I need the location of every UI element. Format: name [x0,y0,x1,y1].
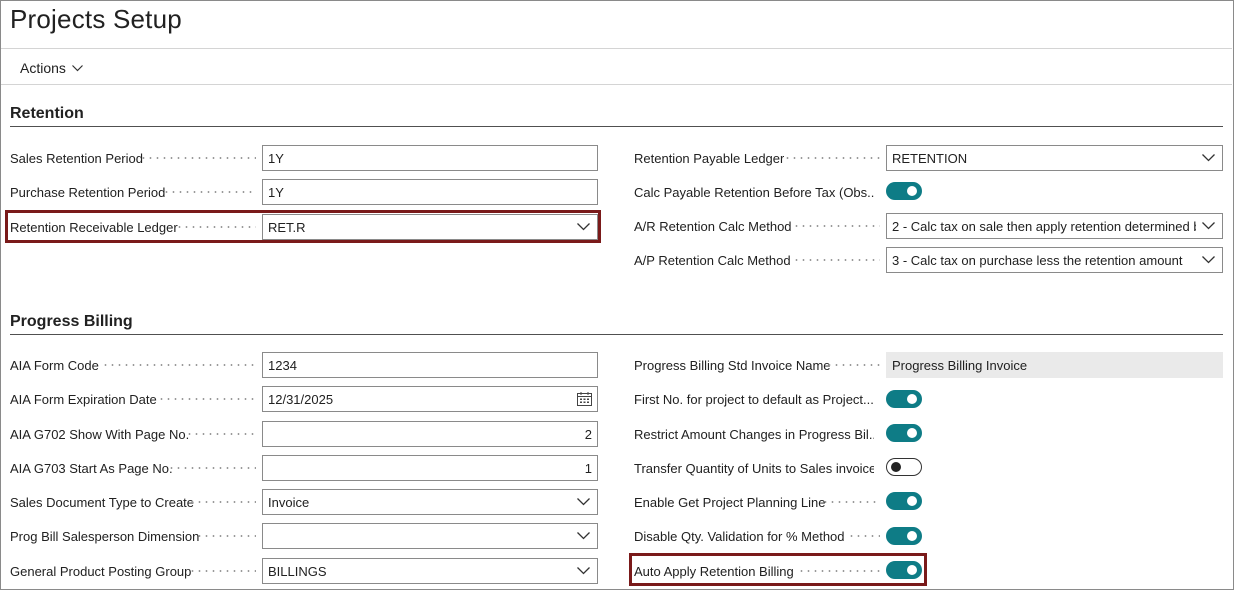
chevron-down-icon [1202,154,1215,162]
row-disable-qty-validation: Disable Qty. Validation for % Method [634,523,884,549]
retention-payable-ledger-select[interactable]: RETENTION [886,145,1223,171]
ar-calc-method-select[interactable]: 2 - Calc tax on sale then apply retentio… [886,213,1223,239]
purchase-retention-period-input[interactable]: 1Y [262,179,598,205]
actions-label: Actions [20,60,66,76]
row-first-no-default: First No. for project to default as Proj… [634,386,874,412]
row-restrict-amount-changes: Restrict Amount Changes in Progress Bil.… [634,421,874,447]
aia-form-code-input[interactable]: 1234 [262,352,598,378]
enable-get-planning-line-toggle[interactable] [886,492,922,510]
field-label: AIA G702 Show With Page No. [10,426,190,442]
field-label: Restrict Amount Changes in Progress Bil.… [634,426,874,442]
chevron-down-icon [1202,256,1215,264]
ap-calc-method-select[interactable]: 3 - Calc tax on purchase less the retent… [886,247,1223,273]
dot-leader [784,157,880,159]
field-label: AIA G703 Start As Page No. [10,460,173,476]
dot-leader [189,501,256,503]
field-label: Calc Payable Retention Before Tax (Obs..… [634,184,874,200]
section-divider [10,334,1223,335]
dot-leader [102,364,256,366]
chevron-down-icon [71,64,83,71]
chevron-down-icon [577,532,590,540]
dot-leader [163,191,256,193]
chevron-down-icon [577,567,590,575]
row-calc-payable-retention: Calc Payable Retention Before Tax (Obs..… [634,179,874,205]
transfer-qty-units-toggle[interactable] [886,458,922,476]
chevron-down-icon [577,498,590,506]
field-label: Prog Bill Salesperson Dimension [10,528,200,544]
dot-leader [168,467,256,469]
divider [1,84,1232,85]
toggle-knob [907,394,917,404]
dot-leader [140,157,256,159]
chevron-down-icon [1202,222,1215,230]
field-label: Transfer Quantity of Units to Sales invo… [634,460,874,476]
toggle-knob [891,462,901,472]
dot-leader [822,501,880,503]
disable-qty-validation-toggle[interactable] [886,527,922,545]
actions-menu[interactable]: Actions [20,60,83,76]
field-label: A/P Retention Calc Method [634,252,791,268]
aia-g702-show-page-input[interactable]: 2 [262,421,598,447]
prog-bill-salesperson-dimension-select[interactable] [262,523,598,549]
calc-payable-retention-toggle[interactable] [886,182,922,200]
toggle-knob [907,428,917,438]
highlight-box [629,553,927,586]
dot-leader [186,433,256,435]
highlight-box [5,210,601,243]
page-title: Projects Setup [10,4,182,34]
field-label: Disable Qty. Validation for % Method [634,528,845,544]
toggle-knob [907,496,917,506]
section-heading-retention: Retention [10,105,84,122]
field-label: AIA Form Expiration Date [10,391,157,407]
divider [1,48,1232,49]
aia-g703-start-page-input[interactable]: 1 [262,455,598,481]
dot-leader [826,364,880,366]
calendar-icon[interactable] [577,392,592,406]
field-label: Purchase Retention Period [10,184,166,200]
sales-document-type-select[interactable]: Invoice [262,489,598,515]
section-divider [10,126,1223,127]
field-label: A/R Retention Calc Method [634,218,792,234]
toggle-knob [907,186,917,196]
dot-leader [196,535,256,537]
dot-leader [793,259,880,261]
toggle-knob [907,531,917,541]
section-heading-progress-billing: Progress Billing [10,313,133,330]
progress-billing-std-invoice-name-field: Progress Billing Invoice [886,352,1223,378]
dot-leader [848,535,880,537]
general-product-posting-group-select[interactable]: BILLINGS [262,558,598,584]
dot-leader [158,398,256,400]
field-label: AIA Form Code [10,357,99,373]
aia-form-expiration-date-input[interactable]: 12/31/2025 [262,386,598,412]
field-label: General Product Posting Group [10,563,192,579]
field-label: Retention Payable Ledger [634,150,785,166]
field-label: Sales Retention Period [10,150,143,166]
dot-leader [189,570,256,572]
restrict-amount-changes-toggle[interactable] [886,424,922,442]
field-label: Enable Get Project Planning Line [634,494,826,510]
field-label: Sales Document Type to Create [10,494,195,510]
field-label: Progress Billing Std Invoice Name [634,357,831,373]
field-label: First No. for project to default as Proj… [634,391,874,407]
sales-retention-period-input[interactable]: 1Y [262,145,598,171]
dot-leader [793,225,880,227]
row-transfer-qty-units: Transfer Quantity of Units to Sales invo… [634,455,874,481]
first-no-default-toggle[interactable] [886,390,922,408]
